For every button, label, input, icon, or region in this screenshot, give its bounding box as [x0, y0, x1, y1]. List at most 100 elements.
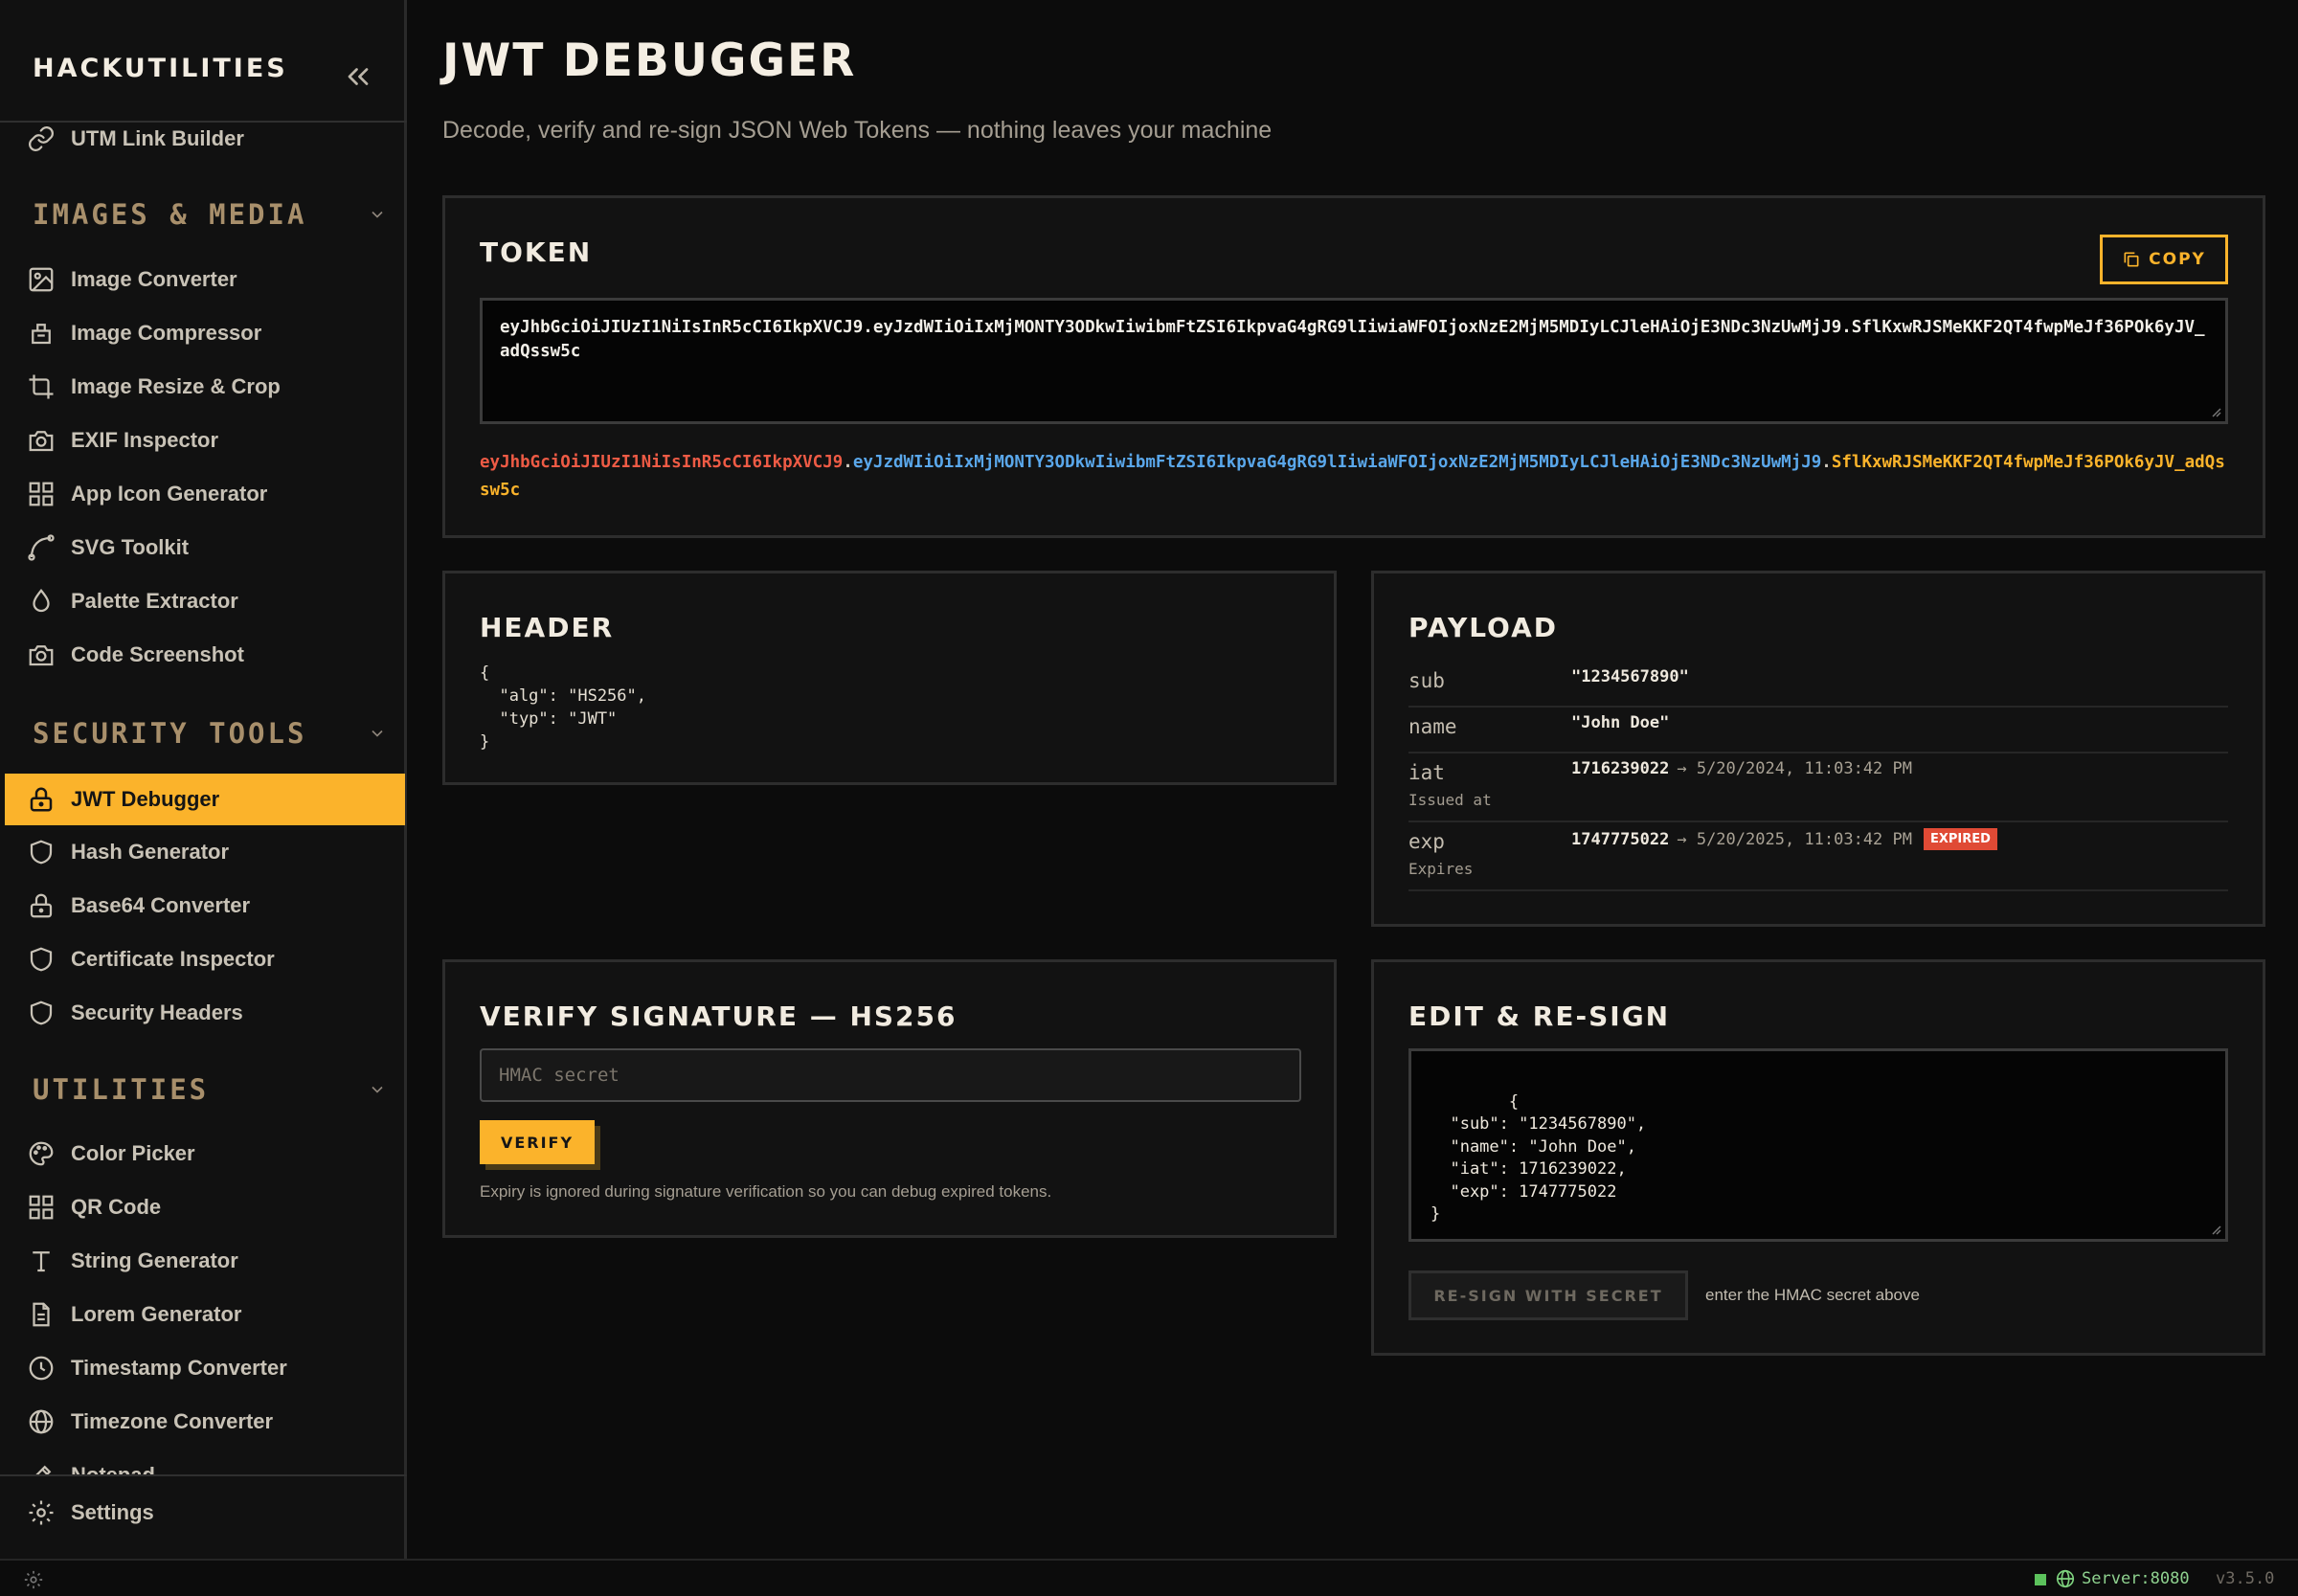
claim-row: name "John Doe"	[1408, 708, 2228, 753]
sidebar-item-label: Palette Extractor	[71, 589, 238, 613]
copy-button[interactable]: COPY	[2100, 235, 2228, 284]
claim-raw-value: "John Doe"	[1571, 713, 1670, 732]
sidebar-item-label: Code Screenshot	[71, 642, 244, 666]
card-title: EDIT & RE-SIGN	[1408, 1000, 1671, 1032]
payload-editor-text: { "sub": "1234567890", "name": "John Doe…	[1431, 1091, 1647, 1225]
sidebar-item-certificate-inspector[interactable]: Certificate Inspector	[0, 933, 405, 985]
sidebar-item-string-generator[interactable]: String Generator	[0, 1235, 405, 1287]
payload-editor[interactable]: { "sub": "1234567890", "name": "John Doe…	[1408, 1048, 2228, 1242]
verify-button[interactable]: VERIFY	[480, 1120, 595, 1164]
claim-raw-value: "1234567890"	[1571, 667, 1689, 686]
server-status-indicator	[2035, 1574, 2046, 1585]
card-title: HEADER	[480, 612, 615, 643]
claim-row: sub "1234567890"	[1408, 662, 2228, 708]
sidebar-item-notepad[interactable]: Notepad	[0, 1450, 405, 1474]
shield-icon	[30, 1000, 53, 1025]
sidebar-item-image-resize-crop[interactable]: Image Resize & Crop	[0, 361, 405, 413]
claim-raw-value: 1716239022	[1571, 759, 1670, 778]
token-payload-segment: eyJzdWIiOiIxMjMONTY3ODkwIiwibmFtZSI6Ikpv…	[852, 453, 1822, 472]
sidebar-item-label: App Icon Generator	[71, 482, 268, 506]
sidebar-item-settings[interactable]: Settings	[0, 1487, 405, 1539]
section-title: UTILITIES	[33, 1073, 210, 1106]
verify-card: VERIFY SIGNATURE — HS256 VERIFY Expiry i…	[442, 959, 1337, 1238]
token-text: eyJhbGciOiJIUzI1NiIsInR5cCI6IkpXVCJ9.eyJ…	[500, 318, 2205, 361]
card-title: VERIFY SIGNATURE — HS256	[480, 1000, 958, 1032]
copy-icon	[2124, 252, 2139, 267]
sidebar-item-app-icon-generator[interactable]: App Icon Generator	[0, 468, 405, 520]
copy-label: COPY	[2149, 250, 2206, 269]
header-json: { "alg": "HS256", "typ": "JWT" }	[480, 663, 646, 752]
resize-grip-icon[interactable]	[2208, 404, 2221, 417]
section-title: IMAGES & MEDIA	[33, 198, 307, 231]
sidebar-item-label: Hash Generator	[71, 840, 230, 864]
hmac-secret-input[interactable]	[480, 1048, 1301, 1102]
section-images-media[interactable]: IMAGES & MEDIA	[33, 195, 387, 234]
sidebar-item-base64-converter[interactable]: Base64 Converter	[0, 880, 405, 932]
sidebar-item-qr-code[interactable]: QR Code	[0, 1181, 405, 1233]
sidebar-item-label: Security Headers	[71, 1000, 243, 1024]
image-icon	[29, 267, 54, 292]
grid-icon	[29, 1195, 54, 1220]
sidebar-item-label: Certificate Inspector	[71, 947, 275, 971]
sidebar-item-image-compressor[interactable]: Image Compressor	[0, 307, 405, 359]
sidebar-item-label: Timezone Converter	[71, 1409, 274, 1433]
shield-icon	[30, 947, 53, 972]
sidebar-item-utm-link-builder[interactable]: UTM Link Builder	[0, 123, 405, 165]
sidebar-item-label: Settings	[71, 1500, 154, 1524]
token-segments: eyJhbGciOiJIUzI1NiIsInR5cCI6IkpXVCJ9.eyJ…	[480, 449, 2228, 505]
server-status-text[interactable]: Server:8080	[2082, 1569, 2190, 1588]
sidebar-item-code-screenshot[interactable]: Code Screenshot	[0, 629, 405, 681]
sidebar-item-label: QR Code	[71, 1195, 162, 1219]
main-content: JWT DEBUGGER Decode, verify and re-sign …	[410, 0, 2298, 1559]
sidebar-item-label: String Generator	[71, 1248, 238, 1272]
droplet-icon	[33, 588, 50, 613]
expired-badge: EXPIRED	[1924, 828, 1997, 850]
sidebar-item-label: Color Picker	[71, 1141, 195, 1165]
claim-description: Issued at	[1408, 791, 1492, 809]
claim-raw-value: 1747775022	[1571, 829, 1670, 849]
sidebar-nav[interactable]: UTM Link Builder IMAGES & MEDIA Image Co…	[0, 123, 407, 1474]
sidebar-item-lorem-generator[interactable]: Lorem Generator	[0, 1289, 405, 1340]
brand-logo[interactable]: HACKUTILITIES	[33, 54, 288, 83]
sidebar-item-timestamp-converter[interactable]: Timestamp Converter	[0, 1342, 405, 1394]
sidebar: HACKUTILITIES UTM Link Builder IMAGES & …	[0, 0, 407, 1559]
sidebar-item-label: JWT Debugger	[71, 787, 220, 811]
sidebar-item-timezone-converter[interactable]: Timezone Converter	[0, 1396, 405, 1448]
gear-icon[interactable]	[23, 1569, 44, 1590]
section-security-tools[interactable]: SECURITY TOOLS	[33, 714, 387, 753]
camera-icon	[29, 431, 54, 452]
section-title: SECURITY TOOLS	[33, 717, 307, 750]
sidebar-item-label: SVG Toolkit	[71, 535, 190, 559]
globe-icon	[29, 1409, 54, 1434]
sidebar-item-color-picker[interactable]: Color Picker	[0, 1128, 405, 1180]
sidebar-item-label: Image Converter	[71, 267, 237, 291]
token-header-segment: eyJhbGciOiJIUzI1NiIsInR5cCI6IkpXVCJ9	[480, 453, 844, 472]
sidebar-item-hash-generator[interactable]: Hash Generator	[0, 826, 405, 878]
sidebar-item-label: Image Compressor	[71, 321, 262, 345]
claim-value: 1716239022 → 5/20/2024, 11:03:42 PM	[1571, 759, 1912, 778]
sidebar-item-label: EXIF Inspector	[71, 428, 219, 452]
sidebar-item-image-converter[interactable]: Image Converter	[0, 254, 405, 305]
sidebar-item-exif-inspector[interactable]: EXIF Inspector	[0, 415, 405, 466]
collapse-sidebar-button[interactable]	[341, 59, 375, 94]
sidebar-item-security-headers[interactable]: Security Headers	[0, 987, 405, 1039]
sidebar-footer-divider	[0, 1474, 407, 1476]
sidebar-item-label: Base64 Converter	[71, 893, 251, 917]
resign-button[interactable]: RE-SIGN WITH SECRET	[1408, 1270, 1688, 1320]
token-textarea[interactable]: eyJhbGciOiJIUzI1NiIsInR5cCI6IkpXVCJ9.eyJ…	[480, 298, 2228, 424]
shield-icon	[30, 840, 53, 865]
sidebar-item-palette-extractor[interactable]: Palette Extractor	[0, 575, 405, 627]
sidebar-item-svg-toolkit[interactable]: SVG Toolkit	[0, 522, 405, 573]
claim-human-date: → 5/20/2025, 11:03:42 PM	[1677, 829, 1912, 849]
lock-icon	[30, 787, 53, 812]
section-utilities[interactable]: UTILITIES	[33, 1070, 387, 1109]
resize-grip-icon[interactable]	[2208, 1222, 2221, 1235]
page-title: JWT DEBUGGER	[442, 34, 857, 87]
clock-icon	[29, 1356, 54, 1381]
card-title: TOKEN	[480, 236, 593, 268]
globe-icon	[2056, 1569, 2075, 1588]
card-title: PAYLOAD	[1408, 612, 1559, 643]
sidebar-item-jwt-debugger[interactable]: JWT Debugger	[5, 774, 405, 825]
claim-human-date: → 5/20/2024, 11:03:42 PM	[1677, 759, 1912, 778]
crop-icon	[29, 374, 54, 399]
